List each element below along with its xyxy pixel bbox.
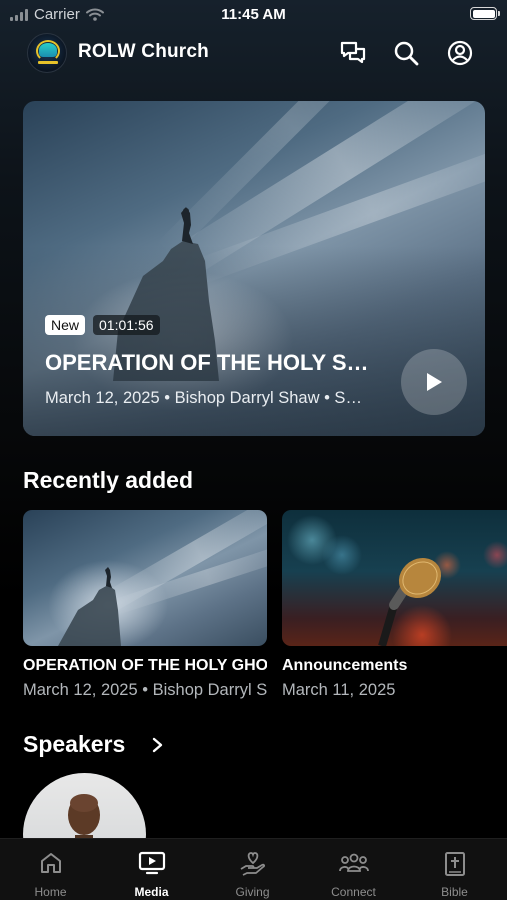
- account-icon: [447, 40, 473, 66]
- tab-label: Giving: [235, 885, 270, 899]
- featured-media-card[interactable]: New 01:01:56 OPERATION OF THE HOLY SPIRI…: [23, 101, 485, 436]
- speakers-heading[interactable]: Speakers: [23, 731, 125, 758]
- chevron-right-icon[interactable]: [150, 736, 166, 754]
- microphone-image: [378, 557, 442, 646]
- tab-label: Home: [34, 885, 67, 899]
- recent-item-subtitle: March 11, 2025: [282, 681, 396, 699]
- status-time: 11:45 AM: [221, 6, 286, 23]
- tab-giving[interactable]: Giving: [202, 839, 303, 900]
- recent-item-thumbnail[interactable]: [282, 510, 507, 646]
- recent-item-title[interactable]: OPERATION OF THE HOLY GHOST: [23, 657, 267, 675]
- app-title: ROLW Church: [78, 41, 209, 62]
- recent-item-subtitle: March 12, 2025 • Bishop Darryl Shaw: [23, 681, 267, 699]
- app-header: ROLW Church: [0, 32, 507, 74]
- church-logo[interactable]: [27, 33, 67, 73]
- featured-badges: New 01:01:56: [45, 315, 160, 335]
- play-icon: [427, 373, 442, 391]
- tab-bible[interactable]: Bible: [404, 839, 505, 900]
- tab-label: Media: [134, 885, 169, 899]
- featured-title: OPERATION OF THE HOLY SPIRIT: [45, 350, 375, 375]
- search-button[interactable]: [391, 38, 421, 68]
- tab-label: Bible: [441, 885, 468, 899]
- featured-meta: March 12, 2025 • Bishop Darryl Shaw • Su…: [45, 389, 370, 407]
- cliff-silhouette-image: [58, 567, 121, 646]
- tab-bar: Home Media Giving Connect Bible: [0, 838, 507, 900]
- tab-media[interactable]: Media: [101, 839, 202, 900]
- tv-icon: [138, 851, 165, 875]
- giving-hand-icon: [240, 852, 265, 876]
- recent-item-title[interactable]: Announcements: [282, 657, 507, 675]
- tab-connect[interactable]: Connect: [303, 839, 404, 900]
- recent-item-thumbnail[interactable]: [23, 510, 267, 646]
- tab-label: Connect: [331, 885, 376, 899]
- new-badge: New: [45, 315, 86, 335]
- battery-icon: [470, 7, 500, 20]
- profile-button[interactable]: [445, 38, 475, 68]
- play-button[interactable]: [401, 349, 467, 415]
- people-icon: [338, 853, 369, 872]
- status-bar: Carrier 11:45 AM: [0, 0, 507, 28]
- bible-icon: [444, 852, 465, 876]
- messages-button[interactable]: [338, 38, 368, 68]
- home-icon: [40, 853, 61, 873]
- duration-badge: 01:01:56: [93, 315, 160, 335]
- tab-home[interactable]: Home: [0, 839, 101, 900]
- recently-added-heading: Recently added: [23, 467, 193, 493]
- chat-bubbles-icon: [340, 41, 366, 64]
- search-icon: [394, 41, 419, 66]
